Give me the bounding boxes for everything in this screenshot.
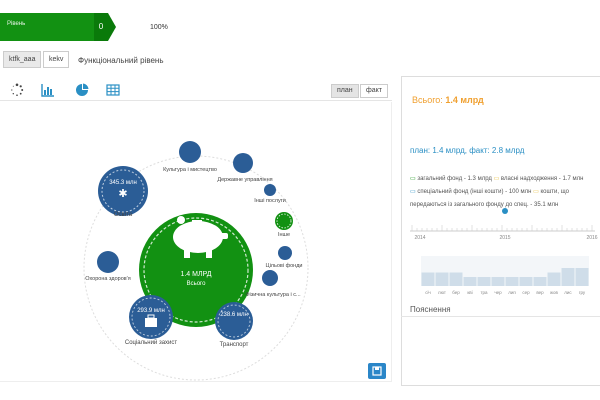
- month-label: кві: [467, 290, 472, 295]
- save-button[interactable]: [368, 363, 386, 379]
- month-label: вер: [536, 290, 544, 295]
- month-bar: [463, 277, 477, 286]
- bubble-label: Соціальний захист: [125, 339, 178, 346]
- center-label: Всього: [187, 281, 207, 287]
- level-value: 0: [94, 13, 108, 41]
- level-arrow: [108, 13, 116, 41]
- slider-handle[interactable]: [502, 208, 508, 214]
- fact-toggle-button[interactable]: факт: [360, 84, 388, 98]
- month-label: жов: [550, 290, 559, 295]
- pie-chart-icon[interactable]: [75, 83, 89, 97]
- month-bar: [435, 272, 449, 286]
- bubble-label: Фізична культура і с...: [245, 292, 301, 298]
- bubble-label: Інші послуги: [254, 198, 286, 204]
- month-bar: [547, 272, 561, 286]
- divider: [401, 316, 600, 317]
- year-tick: 2015: [499, 235, 510, 241]
- bubble-inshi-poslugy[interactable]: Інші послуги: [254, 184, 286, 204]
- bubble-value: 293.9 млн: [137, 308, 165, 314]
- plan-toggle-button[interactable]: план: [331, 84, 359, 98]
- bubble-label: Охорона здоров'я: [85, 276, 130, 282]
- total-value: 1.4 млрд: [445, 95, 484, 105]
- month-label: лют: [438, 290, 446, 295]
- month-bar: [533, 277, 547, 286]
- level-label: Рівень: [7, 21, 26, 27]
- bubble-chart: 1.4 МЛРД Всього 345.3 млн ✱ Освіта Культ…: [83, 141, 309, 381]
- month-bar: [561, 268, 575, 286]
- legend-item: ▭ спеціальний фонд (інші кошти) - 100 мл…: [410, 189, 532, 195]
- month-bar: [491, 277, 505, 286]
- month-label: гру: [579, 290, 586, 295]
- month-bar: [449, 272, 463, 286]
- filter-tab-ktfk[interactable]: ktfk_aaa: [3, 51, 42, 68]
- month-label: січ: [425, 290, 431, 295]
- bubble-label: Транспорт: [220, 342, 249, 348]
- bubble-value: 238.6 млн: [220, 312, 248, 318]
- bubble-fizychna[interactable]: Фізична культура і с...: [245, 270, 301, 298]
- monthly-chart: січ лют бер кві тра чер лип сер вер жов лис гру: [421, 256, 589, 295]
- asterisk-icon: ✱: [118, 188, 127, 200]
- month-bar: [519, 277, 533, 286]
- center-value: 1.4 МЛРД: [180, 271, 211, 278]
- month-label: бер: [452, 290, 460, 295]
- bubble-transport[interactable]: 238.6 млн Транспорт: [215, 302, 253, 348]
- progress-percent: 100%: [150, 24, 168, 31]
- bubble-label: Державне управління: [217, 177, 272, 183]
- legend-item: ▭ власні надходження - 1.7 млн: [493, 176, 584, 182]
- bubble-okhorona[interactable]: Охорона здоров'я: [85, 251, 131, 282]
- month-label: чер: [494, 290, 502, 295]
- spinner-icon[interactable]: [10, 83, 24, 97]
- bar-chart-icon[interactable]: [41, 83, 55, 97]
- bubble-label: Цільові фонди: [266, 263, 303, 269]
- level-progress-bar: Рівень 0: [0, 13, 116, 41]
- bubble-label: Інше: [278, 232, 290, 238]
- bubble-derzh[interactable]: Державне управління: [217, 153, 273, 183]
- floppy-icon: [372, 366, 382, 376]
- month-label: лис: [564, 290, 572, 295]
- month-label: сер: [522, 290, 530, 295]
- month-label: тра: [480, 290, 488, 295]
- month-bar: [505, 277, 519, 286]
- total-label: Всього:: [412, 95, 443, 105]
- bubble-chart-pane: 1.4 МЛРД Всього 345.3 млн ✱ Освіта Культ…: [0, 102, 392, 382]
- plan-fact-summary: план: 1.4 млрд, факт: 2.8 млрд: [410, 146, 525, 155]
- bubble-tsilovi[interactable]: Цільові фонди: [266, 246, 303, 269]
- month-bar: [421, 272, 435, 286]
- month-label: лип: [508, 290, 516, 295]
- year-tick: 2016: [586, 235, 597, 241]
- bubble-inshe[interactable]: Інше: [275, 212, 293, 238]
- table-icon[interactable]: [106, 83, 120, 97]
- functional-level-label: Функціональний рівень: [78, 56, 164, 65]
- bubble-label: Культура і мистецтво: [163, 167, 217, 173]
- year-tick: 2014: [414, 235, 425, 241]
- month-bar: [575, 268, 589, 286]
- bubble-osvita[interactable]: 345.3 млн ✱ Освіта: [98, 166, 148, 218]
- legend-item: ▭ загальний фонд - 1.3 млрд: [410, 176, 492, 182]
- filter-tab-kekv[interactable]: kekv: [43, 51, 70, 68]
- total-amount: Всього: 1.4 млрд: [412, 95, 484, 105]
- bubble-label: Освіта: [114, 212, 133, 218]
- explanation-heading: Пояснення: [410, 305, 451, 314]
- month-bar: [477, 277, 491, 286]
- year-slider[interactable]: 2014 2015 2016: [410, 205, 598, 245]
- bubble-value: 345.3 млн: [109, 180, 137, 186]
